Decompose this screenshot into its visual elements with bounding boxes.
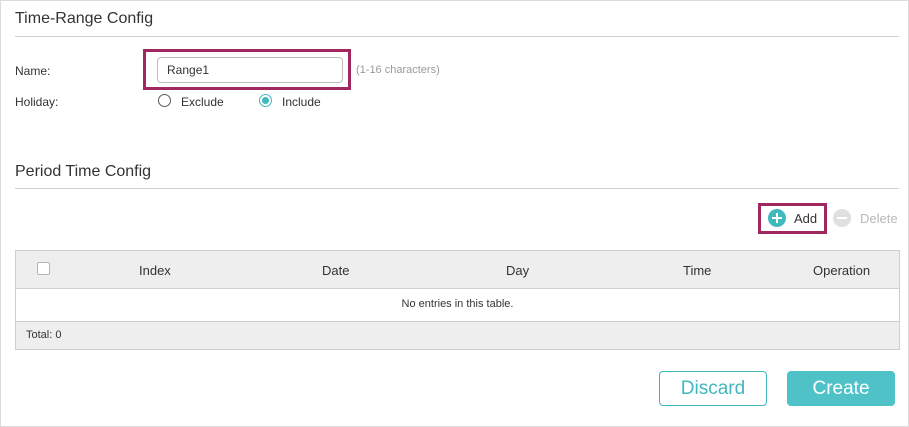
name-hint: (1-16 characters) — [356, 64, 440, 76]
name-input[interactable] — [157, 57, 343, 83]
time-range-title: Time-Range Config — [15, 10, 154, 27]
table-total: Total: 0 — [16, 322, 899, 349]
add-button[interactable]: Add — [768, 208, 817, 228]
discard-button[interactable]: Discard — [659, 371, 767, 406]
select-all-checkbox[interactable] — [37, 262, 50, 275]
add-button-label: Add — [794, 210, 818, 226]
column-header-operation: Operation — [813, 263, 871, 278]
column-header-time[interactable]: Time — [683, 263, 711, 278]
empty-table-message: No entries in this table. — [16, 289, 899, 322]
name-label: Name: — [15, 64, 51, 78]
holiday-exclude-label[interactable]: Exclude — [181, 95, 224, 109]
minus-circle-icon — [833, 209, 851, 227]
time-range-divider — [15, 36, 899, 37]
period-table: Index Date Day Time Operation No entries… — [15, 250, 900, 350]
column-header-index[interactable]: Index — [139, 263, 171, 278]
period-divider — [15, 188, 899, 189]
column-header-day[interactable]: Day — [506, 263, 529, 278]
holiday-include-label[interactable]: Include — [282, 95, 321, 109]
holiday-include-radio[interactable] — [259, 94, 272, 107]
holiday-exclude-radio[interactable] — [158, 94, 171, 107]
table-header: Index Date Day Time Operation — [16, 251, 899, 289]
period-title: Period Time Config — [15, 163, 152, 180]
plus-circle-icon — [768, 209, 786, 227]
create-button[interactable]: Create — [787, 371, 895, 406]
column-header-date[interactable]: Date — [322, 263, 349, 278]
config-panel: Time-Range Config Name: (1-16 characters… — [0, 0, 909, 427]
delete-button[interactable]: Delete — [833, 208, 898, 228]
holiday-label: Holiday: — [15, 95, 59, 109]
delete-button-label: Delete — [860, 210, 898, 226]
